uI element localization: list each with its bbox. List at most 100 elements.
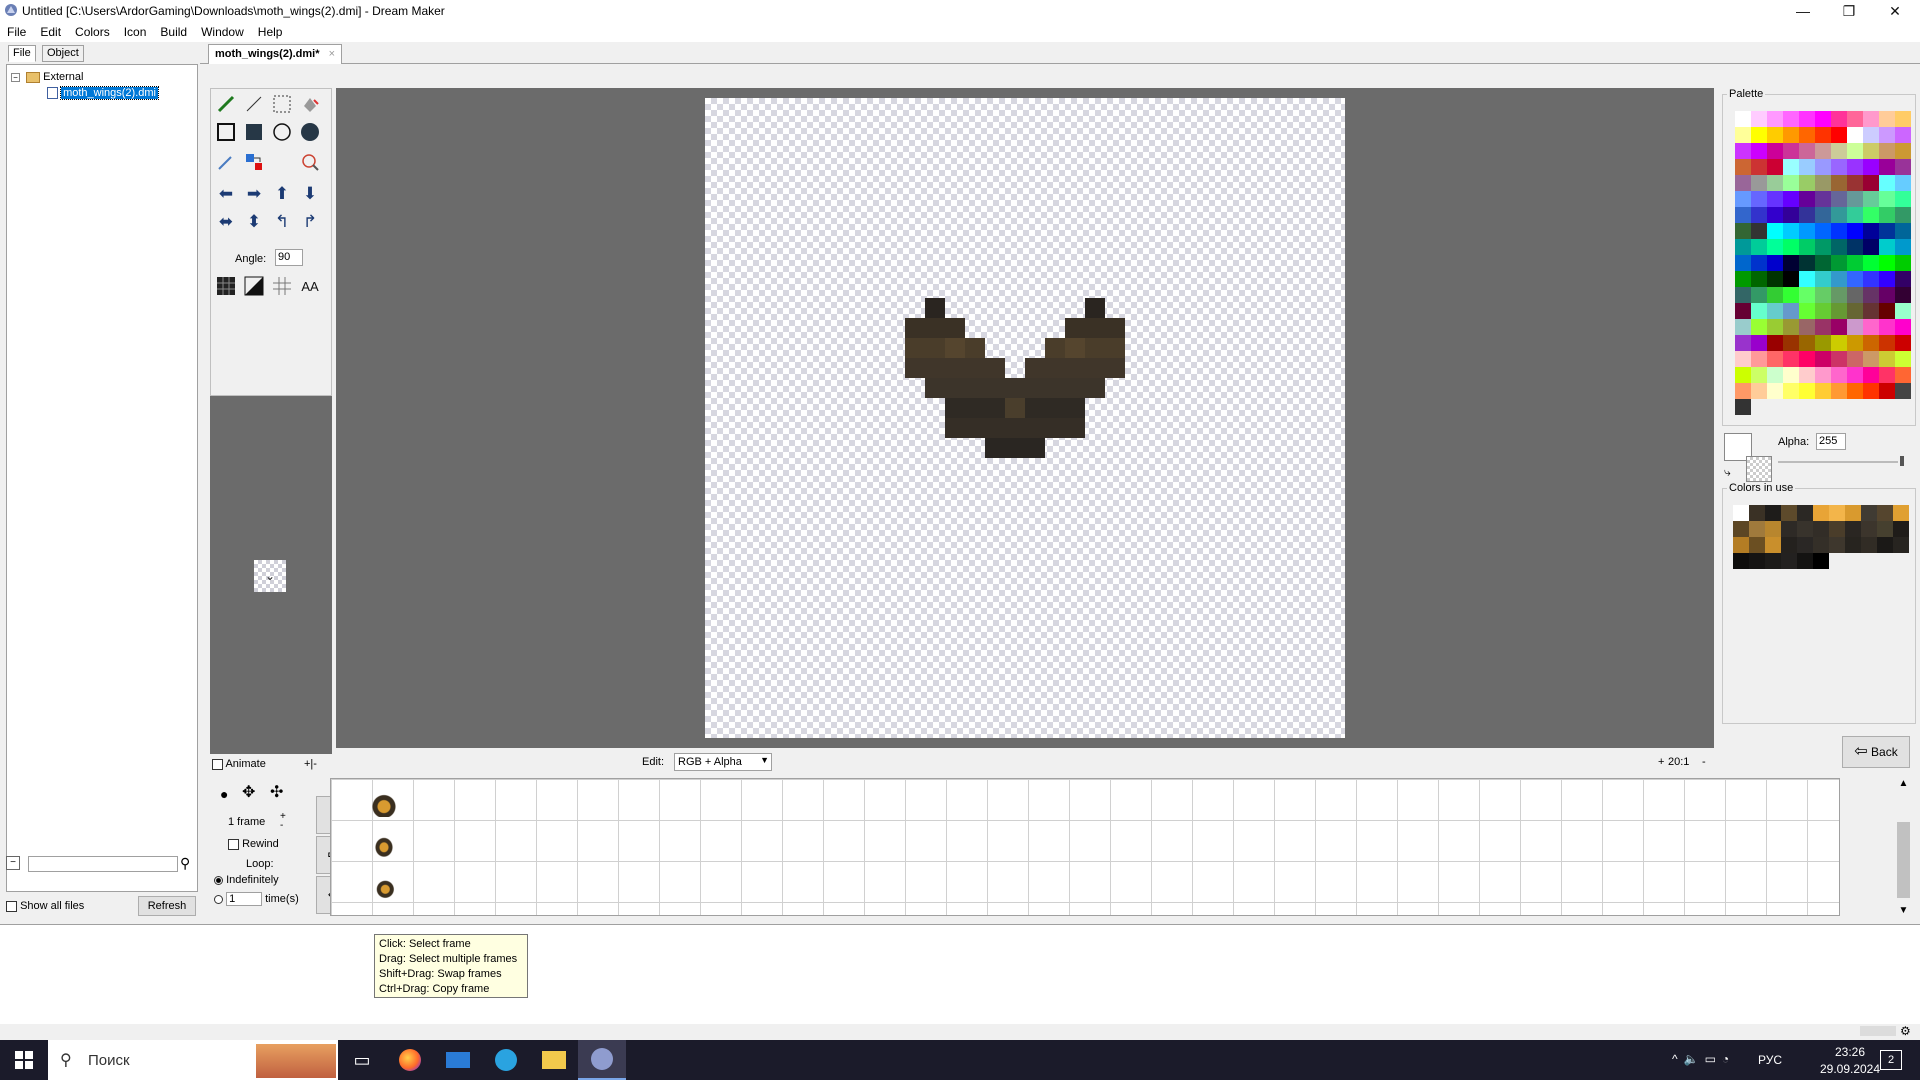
color-in-use-swatch[interactable]: [1861, 505, 1877, 521]
palette-swatch[interactable]: [1783, 287, 1799, 303]
flip-horizontal-icon[interactable]: ⬌: [213, 209, 239, 235]
color-in-use-swatch[interactable]: [1749, 553, 1765, 569]
palette-swatch[interactable]: [1767, 127, 1783, 143]
rect-outline-icon[interactable]: [213, 119, 239, 145]
menu-window[interactable]: Window: [194, 22, 251, 39]
palette-swatch[interactable]: [1735, 127, 1751, 143]
palette-swatch[interactable]: [1799, 351, 1815, 367]
palette-swatch[interactable]: [1831, 143, 1847, 159]
palette-swatch[interactable]: [1735, 207, 1751, 223]
chevron-down-icon[interactable]: ▼: [760, 755, 769, 765]
palette-swatch[interactable]: [1767, 303, 1783, 319]
palette-swatch[interactable]: [1863, 383, 1879, 399]
palette-swatch[interactable]: [1799, 207, 1815, 223]
palette-swatch[interactable]: [1799, 335, 1815, 351]
palette-swatch[interactable]: [1831, 271, 1847, 287]
palette-swatch[interactable]: [1735, 335, 1751, 351]
fill-icon[interactable]: [297, 91, 323, 117]
palette-swatch[interactable]: [1847, 175, 1863, 191]
palette-swatch[interactable]: [1767, 143, 1783, 159]
palette-swatch[interactable]: [1879, 127, 1895, 143]
palette-swatch[interactable]: [1783, 127, 1799, 143]
palette-swatch[interactable]: [1767, 191, 1783, 207]
palette-swatch[interactable]: [1863, 175, 1879, 191]
palette-swatch[interactable]: [1831, 111, 1847, 127]
color-in-use-swatch[interactable]: [1733, 537, 1749, 553]
frame-grid[interactable]: [330, 778, 1840, 916]
palette-swatch[interactable]: [1767, 319, 1783, 335]
palette-swatch[interactable]: [1767, 367, 1783, 383]
palette-swatch[interactable]: [1799, 255, 1815, 271]
palette-swatch[interactable]: [1895, 255, 1911, 271]
palette-swatch[interactable]: [1831, 175, 1847, 191]
background-color-swatch[interactable]: [1746, 456, 1772, 482]
eyedropper-icon[interactable]: [213, 149, 239, 175]
tab-moth-wings[interactable]: moth_wings(2).dmi* ×: [208, 44, 343, 64]
menu-file[interactable]: File: [0, 22, 33, 39]
palette-swatch[interactable]: [1879, 383, 1895, 399]
palette-swatch[interactable]: [1815, 255, 1831, 271]
palette-swatch[interactable]: [1767, 111, 1783, 127]
color-in-use-swatch[interactable]: [1861, 521, 1877, 537]
palette-swatch[interactable]: [1879, 367, 1895, 383]
palette-swatch[interactable]: [1847, 143, 1863, 159]
palette-swatch[interactable]: [1783, 335, 1799, 351]
palette-swatch[interactable]: [1799, 303, 1815, 319]
palette-swatch[interactable]: [1879, 351, 1895, 367]
palette-swatch[interactable]: [1831, 223, 1847, 239]
rect-filled-icon[interactable]: [241, 119, 267, 145]
palette-swatch[interactable]: [1879, 191, 1895, 207]
palette-swatch[interactable]: [1847, 271, 1863, 287]
palette-swatch[interactable]: [1847, 127, 1863, 143]
palette-swatch[interactable]: [1799, 111, 1815, 127]
close-tab-icon[interactable]: ×: [329, 48, 335, 60]
checkbox-icon[interactable]: [212, 758, 223, 770]
palette-swatch[interactable]: [1831, 239, 1847, 255]
color-in-use-swatch[interactable]: [1845, 537, 1861, 553]
palette-swatch[interactable]: [1783, 143, 1799, 159]
palette-swatch[interactable]: [1895, 367, 1911, 383]
palette-swatch[interactable]: [1799, 271, 1815, 287]
telegram-icon[interactable]: [482, 1040, 530, 1080]
grid-icon[interactable]: [213, 273, 239, 299]
palette-swatch[interactable]: [1799, 287, 1815, 303]
palette-swatch[interactable]: [1847, 207, 1863, 223]
palette-swatch[interactable]: [1767, 175, 1783, 191]
move-icon[interactable]: ✥: [242, 782, 255, 802]
palette-swatch[interactable]: [1847, 351, 1863, 367]
color-in-use-swatch[interactable]: [1797, 521, 1813, 537]
scroll-up-icon[interactable]: ▲: [1895, 778, 1912, 789]
angle-input[interactable]: 90: [275, 249, 303, 266]
palette-swatch[interactable]: [1863, 143, 1879, 159]
tree-node-file[interactable]: moth_wings(2).dmi: [47, 86, 159, 100]
palette-swatch[interactable]: [1751, 143, 1767, 159]
palette-swatch[interactable]: [1815, 335, 1831, 351]
palette-swatch[interactable]: [1879, 255, 1895, 271]
add-frame-button[interactable]: +|-: [304, 758, 317, 770]
palette-swatch[interactable]: [1895, 143, 1911, 159]
palette-swatch[interactable]: [1831, 351, 1847, 367]
expand-icon[interactable]: ✣: [270, 782, 283, 802]
color-in-use-swatch[interactable]: [1829, 537, 1845, 553]
palette-swatch[interactable]: [1847, 239, 1863, 255]
palette-swatch[interactable]: [1783, 207, 1799, 223]
palette-swatch[interactable]: [1895, 271, 1911, 287]
palette-swatch[interactable]: [1863, 335, 1879, 351]
palette-swatch[interactable]: [1895, 159, 1911, 175]
gridlines-icon[interactable]: [269, 273, 295, 299]
color-replace-icon[interactable]: [241, 149, 267, 175]
collapse-all-icon[interactable]: −: [6, 856, 20, 870]
flip-vertical-icon[interactable]: ⬍: [241, 209, 267, 235]
tree-node-external[interactable]: − External: [11, 71, 83, 83]
menu-edit[interactable]: Edit: [33, 22, 68, 39]
pixel-canvas[interactable]: [705, 98, 1345, 738]
color-in-use-swatch[interactable]: [1765, 553, 1781, 569]
settings-icon[interactable]: ⚙: [1900, 1024, 1911, 1038]
palette-swatch[interactable]: [1735, 175, 1751, 191]
palette-swatch[interactable]: [1863, 303, 1879, 319]
palette-swatch[interactable]: [1831, 255, 1847, 271]
palette-swatch[interactable]: [1895, 319, 1911, 335]
color-in-use-swatch[interactable]: [1877, 521, 1893, 537]
menu-help[interactable]: Help: [251, 22, 290, 39]
zoom-out-button[interactable]: -: [1702, 756, 1706, 768]
